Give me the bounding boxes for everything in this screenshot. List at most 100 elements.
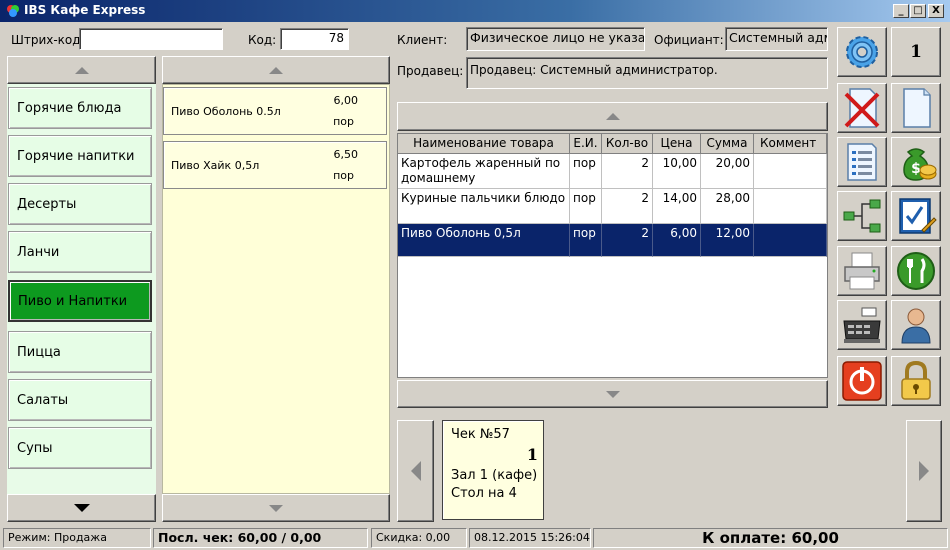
cash-register-icon [843,307,881,343]
user-icon [901,308,931,344]
category-hot-drinks[interactable]: Горячие напитки [8,135,152,177]
category-beer-drinks[interactable]: Пиво и Напитки [8,280,152,322]
arrow-left-icon [410,461,421,481]
window-title: IBS Кафе Express [24,3,146,17]
client-field[interactable]: Физическое лицо не указано [466,27,645,51]
new-document-icon [903,88,931,128]
category-desserts[interactable]: Десерты [8,183,152,225]
order-scroll-up-button[interactable] [397,102,828,131]
code-input[interactable]: 78 [280,28,349,50]
checklist-button[interactable] [891,191,941,241]
cash-register-button[interactable] [837,300,887,350]
products-scroll-up-button[interactable] [162,56,390,84]
column-header-name[interactable]: Наименование товара [398,134,570,154]
check-hall: Зал 1 (кафе) [451,468,538,483]
payment-button[interactable]: $ [891,137,941,187]
maximize-button[interactable]: □ [910,4,926,18]
check-table: Стол на 4 [451,486,517,501]
arrow-up-icon [605,113,620,120]
cell-comment [754,189,827,224]
arrow-down-icon [605,390,620,398]
cell-unit: пор [570,224,602,257]
categories-scroll-up-button[interactable] [7,56,156,84]
checks-prev-button[interactable] [397,420,434,522]
column-header-comment[interactable]: Коммент [754,134,827,154]
category-hot-dishes[interactable]: Горячие блюда [8,87,152,129]
category-pizza[interactable]: Пицца [8,331,152,373]
column-header-price[interactable]: Цена [653,134,701,154]
category-salads[interactable]: Салаты [8,379,152,421]
menu-button[interactable] [891,246,941,296]
print-button[interactable] [837,246,887,296]
counter-display: 1 [891,27,941,77]
categories-scroll-down-button[interactable] [7,494,156,522]
cell-name: Картофель жаренный по домашнему [398,154,570,189]
code-label: Код: [248,33,277,47]
split-button[interactable] [837,191,887,241]
category-lunches[interactable]: Ланчи [8,231,152,273]
lock-button[interactable] [891,356,941,406]
seller-label: Продавец: [397,64,464,78]
barcode-input[interactable] [79,28,223,50]
cell-name: Пиво Оболонь 0,5л [398,224,570,257]
checklist-edit-icon [899,198,937,234]
waiter-field[interactable]: Системный администратор [725,27,828,51]
products-scroll-down-button[interactable] [162,494,390,522]
minimize-button[interactable]: _ [893,4,909,18]
status-last-check: Посл. чек: 60,00 / 0,00 [153,528,368,548]
title-bar: IBS Кафе Express _ □ X [0,0,950,22]
tree-split-icon [843,199,881,233]
check-card[interactable]: Чек №57 1 Зал 1 (кафе) Стол на 4 [442,420,544,520]
settings-gear-icon [846,36,878,68]
app-logo-icon [7,5,19,17]
user-button[interactable] [891,300,941,350]
close-button[interactable]: X [928,4,944,18]
document-list-button[interactable] [837,137,887,187]
status-datetime: 08.12.2015 15:26:04 [469,528,591,548]
cell-sum: 20,00 [701,154,754,189]
product-price: 6,50 [333,148,359,161]
cutlery-icon [897,252,935,290]
document-list-icon [847,143,877,181]
checks-next-button[interactable] [906,420,942,522]
delete-document-icon [844,88,880,128]
waiter-label: Официант: [654,33,724,47]
arrow-right-icon [919,461,929,481]
lock-icon [901,360,931,400]
barcode-label: Штрих-код: [11,33,85,47]
column-header-qty[interactable]: Кол-во [602,134,653,154]
new-document-button[interactable] [891,83,941,133]
cell-qty: 2 [602,224,653,257]
client-label: Клиент: [397,33,448,47]
cell-unit: пор [570,189,602,224]
product-name: Пиво Оболонь 0.5л [171,105,281,118]
status-to-pay: К оплате: 60,00 [593,528,948,548]
settings-button[interactable] [837,27,887,77]
printer-icon [844,252,880,290]
arrow-down-icon [269,504,283,512]
cell-unit: пор [570,154,602,189]
product-unit: пор [333,115,354,128]
seller-field[interactable]: Продавец: Системный администратор. [466,57,828,89]
product-item[interactable]: Пиво Оболонь 0.5л 6,00 пор [163,87,387,135]
svg-text:$: $ [911,161,921,177]
cell-price: 6,00 [653,224,701,257]
column-header-unit[interactable]: Е.И. [570,134,602,154]
cell-sum: 12,00 [701,224,754,257]
column-header-sum[interactable]: Сумма [701,134,754,154]
cell-qty: 2 [602,154,653,189]
exit-button[interactable] [837,356,887,406]
cell-price: 10,00 [653,154,701,189]
arrow-up-icon [74,66,89,74]
money-bag-icon: $ [903,148,937,181]
product-name: Пиво Хайк 0,5л [171,159,260,172]
cell-qty: 2 [602,189,653,224]
arrow-down-icon [73,504,90,512]
order-scroll-down-button[interactable] [397,380,828,408]
delete-document-button[interactable] [837,83,887,133]
category-soups[interactable]: Супы [8,427,152,469]
power-exit-icon [842,361,882,401]
product-item[interactable]: Пиво Хайк 0,5л 6,50 пор [163,141,387,189]
check-guests: 1 [526,445,538,464]
cell-price: 14,00 [653,189,701,224]
